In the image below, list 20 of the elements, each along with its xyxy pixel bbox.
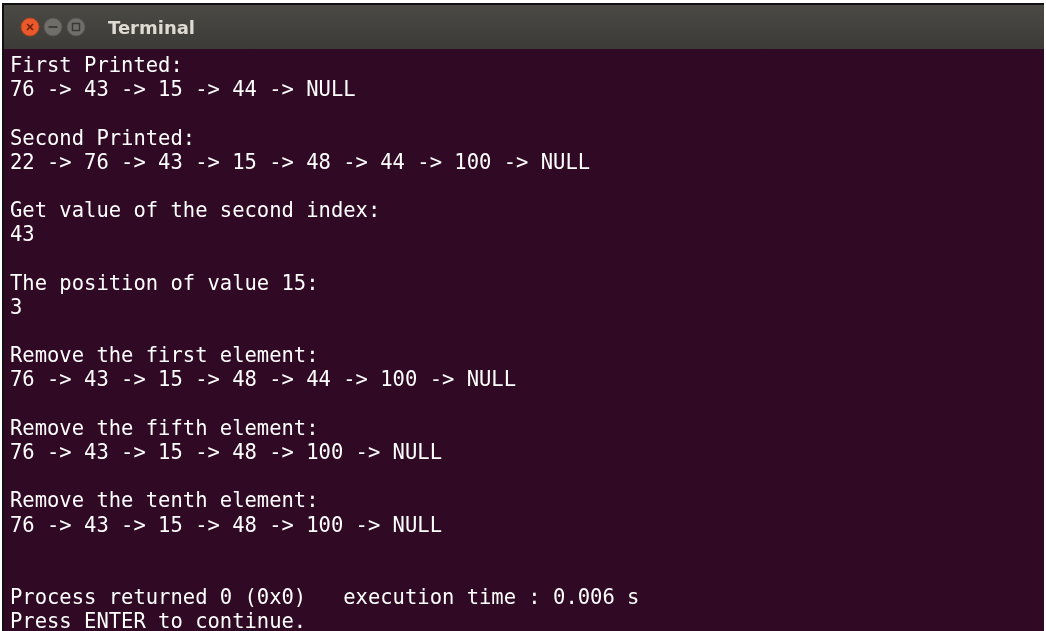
output-line: Process returned 0 (0x0) execution time : 0.006 s bbox=[10, 585, 640, 610]
output-line: Remove the first element: bbox=[10, 343, 319, 368]
output-line: 76 -> 43 -> 15 -> 44 -> NULL bbox=[10, 77, 356, 102]
output-line: Remove the fifth element: bbox=[10, 415, 319, 440]
output-line: 76 -> 43 -> 15 -> 48 -> 100 -> NULL bbox=[10, 440, 442, 464]
output-line: 22 -> 76 -> 43 -> 15 -> 48 -> 44 -> 100 -> NULL bbox=[10, 149, 591, 174]
close-icon[interactable] bbox=[20, 17, 40, 37]
output-line: The position of value 15: bbox=[10, 270, 319, 295]
output-line: 76 -> 43 -> 15 -> 48 -> 44 -> 100 -> NULL bbox=[10, 367, 517, 392]
output-line: Second Printed: bbox=[10, 125, 196, 150]
minimize-icon[interactable] bbox=[43, 17, 63, 37]
output-line: Press ENTER to continue. bbox=[10, 609, 307, 631]
output-line: Get value of the second index: bbox=[10, 198, 381, 223]
output-line: First Printed: bbox=[10, 53, 183, 77]
maximize-icon[interactable] bbox=[66, 17, 86, 37]
window-title: Terminal bbox=[108, 16, 196, 38]
output-line: Remove the tenth element: bbox=[10, 488, 319, 513]
output-line: 43 bbox=[10, 222, 35, 247]
output-line: 3 bbox=[10, 294, 23, 319]
output-line: 76 -> 43 -> 15 -> 48 -> 100 -> NULL bbox=[10, 512, 442, 537]
